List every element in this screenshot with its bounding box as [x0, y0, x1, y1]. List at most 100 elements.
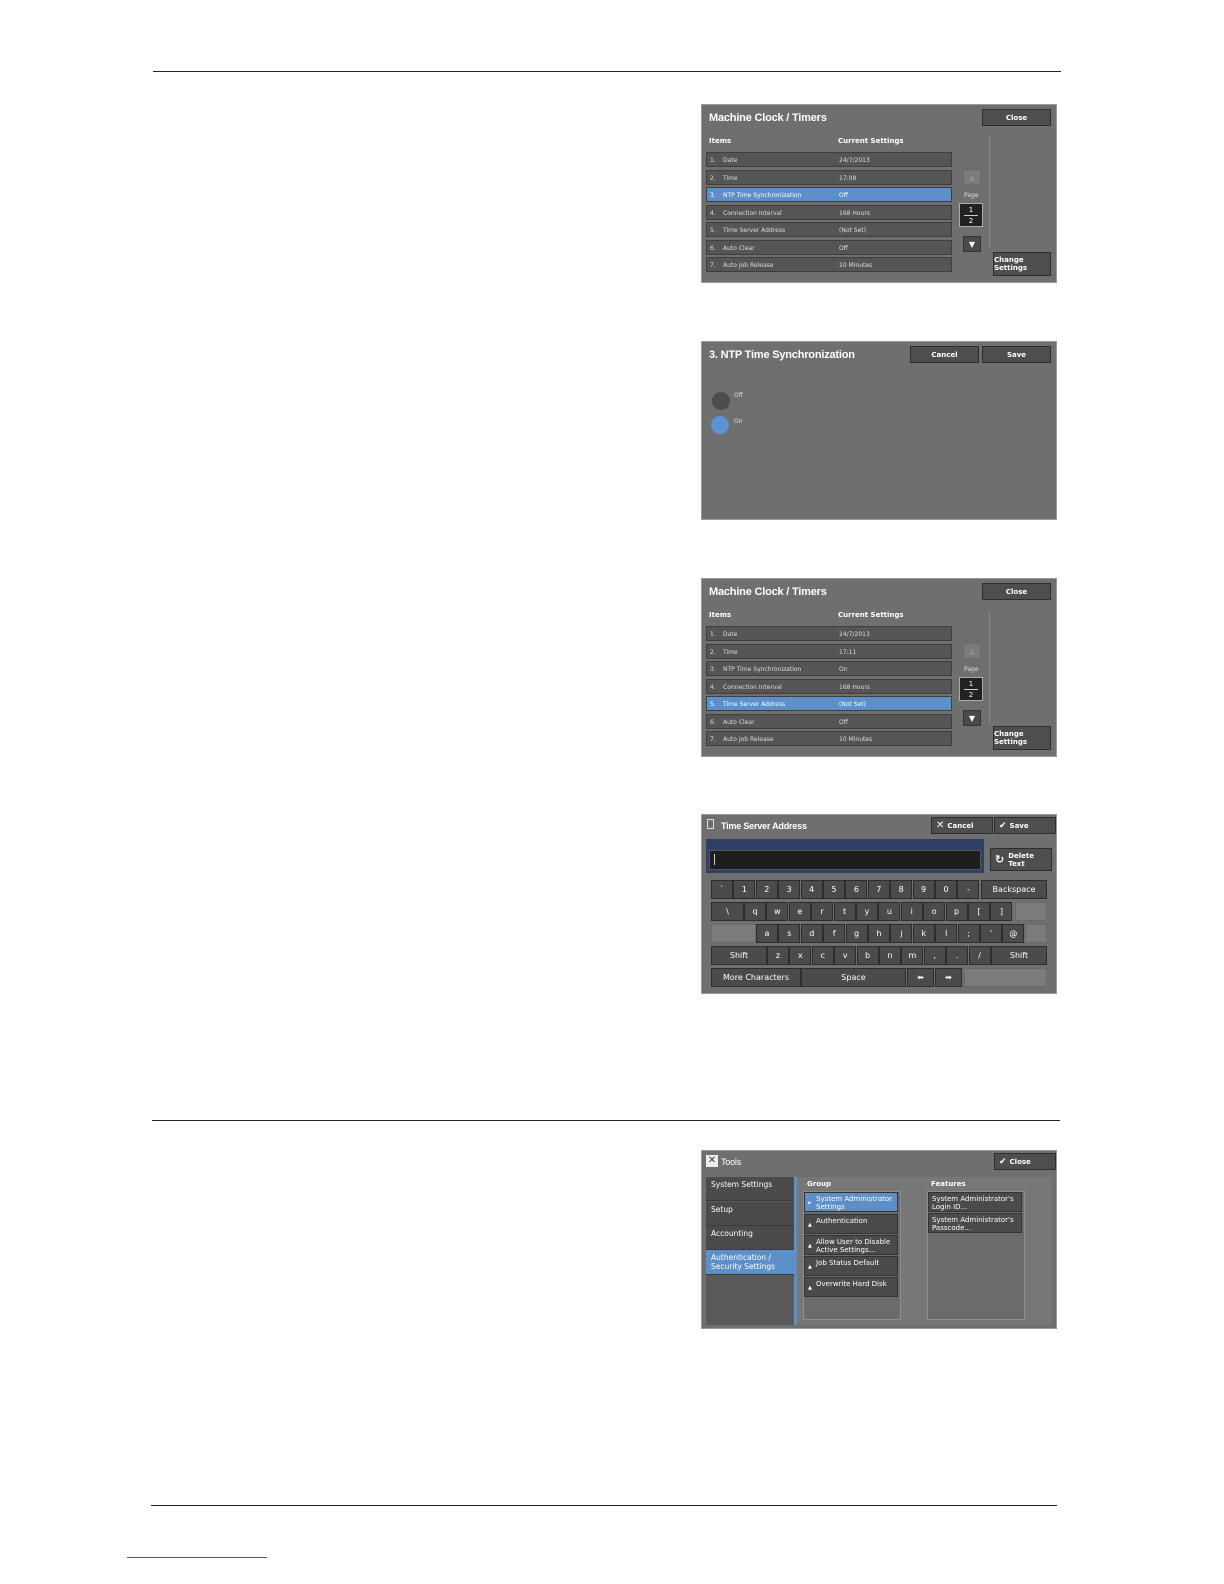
delete-text-button[interactable]: ↻ Delete Text: [990, 848, 1052, 871]
key[interactable]: /: [968, 946, 991, 965]
key[interactable]: j: [890, 924, 913, 943]
key[interactable]: 3: [778, 880, 801, 899]
table-row[interactable]: 7. Auto Job Release 10 Minutes: [706, 257, 952, 272]
table-row[interactable]: 3. NTP Time Synchronization On: [706, 661, 952, 676]
table-row[interactable]: 6. Auto Clear Off: [706, 713, 952, 729]
key[interactable]: 1: [733, 880, 756, 899]
more-characters-key[interactable]: More Characters: [711, 968, 801, 987]
table-row[interactable]: 3. NTP Time Synchronization Off: [706, 187, 952, 202]
key[interactable]: @: [1002, 924, 1025, 943]
key[interactable]: r: [811, 902, 834, 921]
key[interactable]: x: [789, 946, 812, 965]
key[interactable]: d: [800, 924, 823, 943]
key[interactable]: 9: [912, 880, 935, 899]
shift-key-right[interactable]: Shift: [991, 946, 1047, 965]
key[interactable]: .: [946, 946, 969, 965]
change-settings-button[interactable]: Change Settings: [993, 252, 1051, 276]
key[interactable]: n: [879, 946, 901, 965]
key[interactable]: v: [834, 946, 857, 965]
key[interactable]: ': [980, 924, 1002, 943]
radio-on[interactable]: [711, 416, 729, 434]
change-settings-button[interactable]: Change Settings: [993, 726, 1051, 750]
key[interactable]: o: [923, 902, 946, 921]
key[interactable]: q: [744, 902, 766, 921]
scroll-up-button[interactable]: ▲: [963, 643, 981, 659]
key[interactable]: ]: [990, 902, 1013, 921]
scroll-up-button[interactable]: ▲: [963, 169, 981, 185]
key[interactable]: s: [778, 924, 801, 943]
key[interactable]: m: [901, 946, 924, 965]
row-current-setting: Off: [839, 192, 848, 199]
right-arrow-key[interactable]: ➡: [935, 968, 962, 987]
key[interactable]: 6: [845, 880, 868, 899]
key[interactable]: u: [878, 902, 901, 921]
nav-item[interactable]: System Settings: [706, 1177, 794, 1201]
cancel-button[interactable]: Cancel: [910, 346, 979, 363]
key[interactable]: ;: [957, 924, 980, 943]
feature-item[interactable]: System Administrator's Login ID...: [928, 1192, 1022, 1212]
left-arrow-key[interactable]: ⬅: [907, 968, 934, 987]
scroll-down-button[interactable]: ▼: [963, 236, 981, 252]
key[interactable]: p: [945, 902, 968, 921]
key[interactable]: -: [957, 880, 980, 899]
table-row[interactable]: 5. Time Server Address (Not Set): [706, 222, 952, 237]
table-row[interactable]: 2. Time 17:08: [706, 169, 952, 185]
table-row[interactable]: 5. Time Server Address (Not Set): [706, 696, 952, 711]
key[interactable]: t: [833, 902, 856, 921]
key[interactable]: ,: [923, 946, 946, 965]
key[interactable]: 7: [867, 880, 890, 899]
row-item-name: Auto Job Release: [723, 262, 774, 269]
key[interactable]: w: [766, 902, 789, 921]
address-input[interactable]: [709, 850, 981, 870]
key[interactable]: e: [788, 902, 811, 921]
backspace-key[interactable]: Backspace: [981, 880, 1047, 899]
key[interactable]: i: [900, 902, 923, 921]
key[interactable]: k: [912, 924, 935, 943]
table-row[interactable]: 6. Auto Clear Off: [706, 239, 952, 255]
key[interactable]: \: [711, 902, 744, 921]
nav-item[interactable]: Accounting: [706, 1226, 794, 1250]
undo-icon: ↻: [995, 853, 1005, 866]
feature-item[interactable]: System Administrator's Passcode...: [928, 1213, 1022, 1233]
table-row[interactable]: 7. Auto Job Release 10 Minutes: [706, 731, 952, 746]
close-button[interactable]: Close: [982, 109, 1051, 126]
group-item[interactable]: ▲ Overwrite Hard Disk: [804, 1277, 898, 1297]
table-row[interactable]: 1. Date 24/7/2013: [706, 152, 952, 167]
key[interactable]: y: [856, 902, 878, 921]
key[interactable]: 5: [823, 880, 845, 899]
key[interactable]: 8: [890, 880, 913, 899]
group-item[interactable]: ▲ Authentication: [804, 1214, 898, 1234]
footer-link-underline[interactable]: [127, 1557, 267, 1558]
nav-item[interactable]: Authentication / Security Settings: [706, 1250, 794, 1275]
scroll-down-button[interactable]: ▼: [963, 710, 981, 726]
key[interactable]: [: [968, 902, 990, 921]
shift-key-left[interactable]: Shift: [711, 946, 767, 965]
key[interactable]: `: [711, 880, 733, 899]
radio-off[interactable]: [712, 392, 730, 410]
key[interactable]: g: [845, 924, 868, 943]
table-row[interactable]: 4. Connection Interval 168 Hours: [706, 678, 952, 694]
key[interactable]: z: [767, 946, 789, 965]
table-row[interactable]: 2. Time 17:11: [706, 643, 952, 659]
key[interactable]: f: [823, 924, 846, 943]
key[interactable]: 2: [755, 880, 778, 899]
table-row[interactable]: 1. Date 24/7/2013: [706, 626, 952, 641]
group-item[interactable]: ► System Administrator Settings: [804, 1192, 898, 1212]
key[interactable]: b: [856, 946, 879, 965]
group-item[interactable]: ▲ Allow User to Disable Active Settings..…: [804, 1235, 898, 1255]
key[interactable]: 4: [800, 880, 823, 899]
key[interactable]: a: [756, 924, 778, 943]
close-button[interactable]: ✔ Close: [994, 1153, 1056, 1170]
key[interactable]: h: [868, 924, 890, 943]
key[interactable]: c: [811, 946, 834, 965]
save-button[interactable]: ✔ Save: [994, 817, 1056, 834]
save-button[interactable]: Save: [982, 346, 1051, 363]
key[interactable]: l: [935, 924, 958, 943]
close-button[interactable]: Close: [982, 583, 1051, 600]
cancel-button[interactable]: ✕ Cancel: [931, 817, 993, 834]
space-key[interactable]: Space: [801, 968, 906, 987]
table-row[interactable]: 4. Connection Interval 168 Hours: [706, 204, 952, 220]
group-item[interactable]: ▲ Job Status Default: [804, 1256, 898, 1276]
nav-item[interactable]: Setup: [706, 1202, 794, 1226]
key[interactable]: 0: [935, 880, 957, 899]
